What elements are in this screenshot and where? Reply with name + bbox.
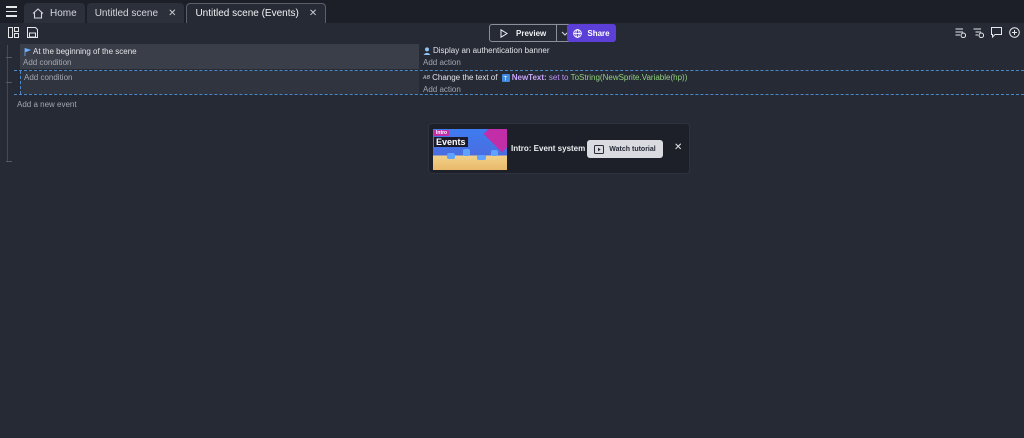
add-condition-link[interactable]: Add condition (24, 73, 72, 82)
objects-panel-icon[interactable] (8, 27, 19, 38)
thumbnail-decoration (491, 150, 498, 156)
tutorial-title: Intro: Event system (511, 144, 586, 153)
action-keyword: set to (548, 73, 569, 82)
event-gutter (7, 45, 8, 161)
text-object-icon: T (501, 73, 510, 82)
play-icon (500, 28, 508, 38)
action-expression[interactable]: ToString(NewSprite.Variable(hp)) (571, 73, 688, 82)
video-icon (594, 144, 605, 154)
actions-column[interactable]: Display an authentication banner Add act… (420, 44, 1024, 69)
event-marker (6, 82, 12, 83)
tab-untitled-scene-events[interactable]: Untitled scene (Events) ✕ (186, 3, 327, 23)
add-comment-icon[interactable] (991, 27, 1002, 38)
close-icon[interactable]: ✕ (309, 8, 317, 19)
add-action-link[interactable]: Add action (423, 58, 461, 67)
preview-label: Preview (516, 28, 547, 38)
add-condition-link[interactable]: Add condition (23, 58, 71, 67)
add-new-event-link[interactable]: Add a new event (17, 100, 77, 109)
conditions-column[interactable]: At the beginning of the scene Add condit… (20, 44, 419, 69)
add-event-icon[interactable] (955, 27, 966, 38)
thumbnail-events-label: Events (434, 137, 468, 147)
action-item[interactable]: Display an authentication banner (423, 46, 550, 55)
share-button[interactable]: Share (567, 24, 616, 42)
close-icon[interactable]: ✕ (674, 142, 682, 153)
event-row[interactable]: At the beginning of the scene Add condit… (14, 44, 1024, 69)
action-item[interactable]: ᴀʙ Change the text of T NewText: set to To… (423, 73, 687, 82)
flag-icon (24, 47, 31, 56)
thumbnail-intro-label: Intro (434, 130, 450, 136)
svg-text:T: T (503, 76, 507, 82)
tab-label: Untitled scene (Events) (195, 8, 299, 19)
tab-label: Home (50, 7, 77, 19)
event-marker (6, 161, 12, 162)
watch-tutorial-label: Watch tutorial (609, 145, 656, 153)
add-more-icon[interactable] (1009, 27, 1020, 38)
tab-bar: Home Untitled scene ✕ Untitled scene (Ev… (0, 0, 1024, 23)
watch-tutorial-button[interactable]: Watch tutorial (587, 140, 663, 158)
thumbnail-decoration (477, 155, 486, 160)
menu-icon[interactable] (0, 0, 22, 23)
action-prefix: Change the text of (432, 73, 498, 82)
home-icon (32, 7, 44, 19)
toolbar: Preview Share (0, 23, 1024, 43)
conditions-column[interactable]: Add condition (20, 71, 419, 94)
preview-group: Preview (489, 24, 574, 42)
action-text: Display an authentication banner (433, 46, 550, 55)
user-icon (423, 47, 431, 55)
tab-home[interactable]: Home (24, 3, 85, 23)
event-row[interactable]: Add condition ᴀʙ Change the text of T NewT… (14, 70, 1024, 95)
preview-button[interactable]: Preview (489, 24, 558, 42)
condition-item[interactable]: At the beginning of the scene (24, 47, 137, 56)
thumbnail-corner (483, 129, 507, 153)
add-subevent-icon[interactable] (973, 27, 984, 38)
thumbnail-decoration (463, 149, 470, 156)
tab-untitled-scene[interactable]: Untitled scene ✕ (86, 3, 185, 23)
save-icon[interactable] (27, 27, 38, 38)
add-action-link[interactable]: Add action (423, 85, 461, 94)
close-icon[interactable]: ✕ (168, 8, 176, 19)
share-label: Share (587, 28, 610, 38)
thumbnail-decoration (447, 153, 455, 159)
text-tool-icon: ᴀʙ (423, 74, 431, 82)
action-object[interactable]: NewText: (512, 73, 547, 82)
actions-column[interactable]: ᴀʙ Change the text of T NewText: set to To… (420, 71, 1024, 94)
tutorial-thumbnail[interactable]: Intro Events (433, 129, 507, 170)
event-marker (6, 57, 12, 58)
condition-text: At the beginning of the scene (33, 47, 137, 56)
tab-label: Untitled scene (94, 7, 159, 19)
tutorial-card: Intro Events Intro: Event system Watch t… (428, 123, 690, 174)
globe-icon (573, 28, 583, 38)
